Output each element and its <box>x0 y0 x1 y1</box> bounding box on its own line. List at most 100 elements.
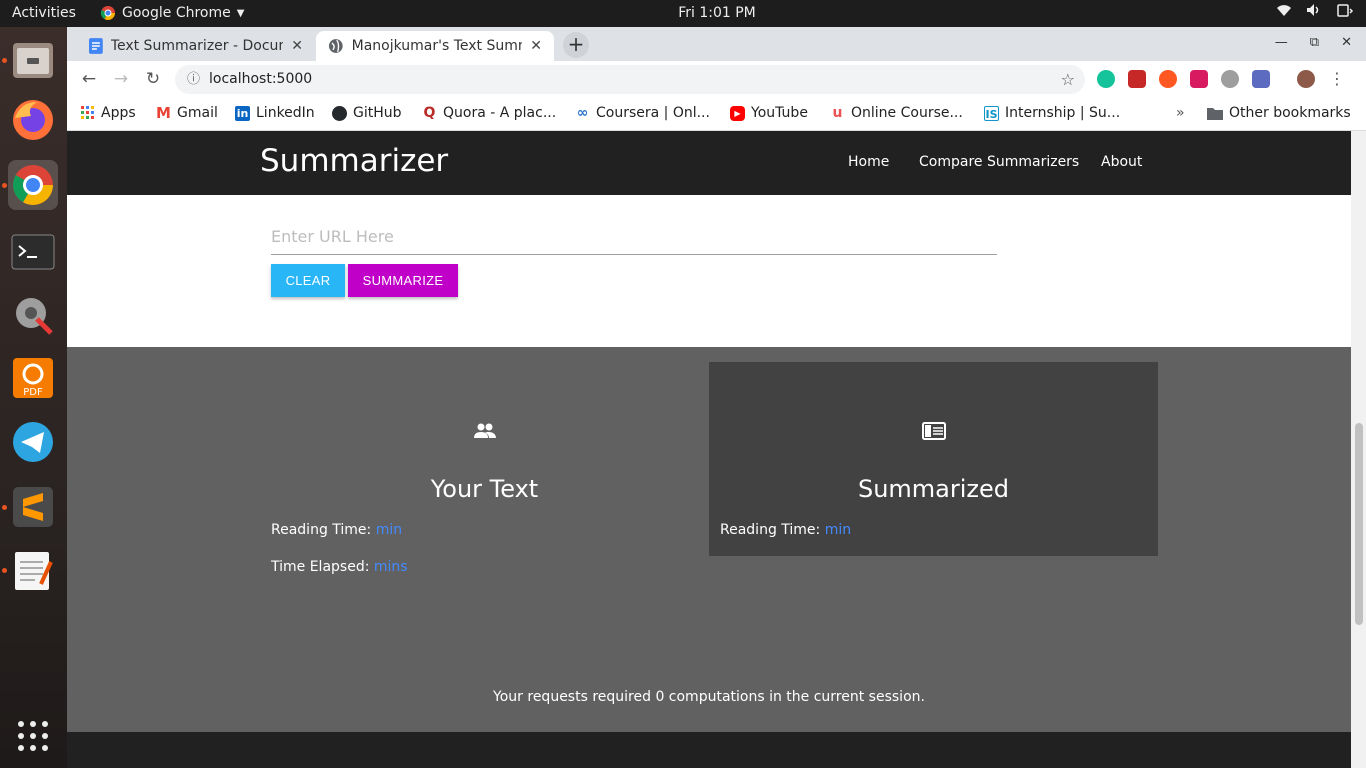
bookmark-label: Quora - A plac... <box>443 105 557 121</box>
show-applications-button[interactable] <box>8 711 58 761</box>
firefox-launcher[interactable] <box>8 95 58 145</box>
bookmark-label: Online Course... <box>851 105 963 121</box>
bookmarks-overflow[interactable]: » <box>1176 105 1185 121</box>
people-icon <box>260 422 709 444</box>
settings-launcher[interactable] <box>8 290 58 340</box>
ext-orange-icon[interactable] <box>1159 70 1177 88</box>
site-footer <box>67 732 1351 768</box>
nav-compare-summarizers[interactable]: Compare Summarizers <box>919 154 1079 170</box>
bookmark-gmail[interactable]: M Gmail <box>156 105 218 121</box>
files-launcher[interactable] <box>8 35 58 85</box>
reading-time-value: min <box>375 522 403 538</box>
clear-button[interactable]: CLEAR <box>271 264 345 297</box>
summarized-card: Summarized Reading Time: min <box>709 362 1158 556</box>
summarized-reading-time: Reading Time: min <box>720 522 851 538</box>
reload-button[interactable]: ↻ <box>141 67 165 91</box>
bookmark-internshala[interactable]: IS Internship | Su... <box>984 105 1120 121</box>
bookmark-label: YouTube <box>751 105 808 121</box>
address-text: localhost:5000 <box>209 71 313 87</box>
chrome-icon <box>13 165 53 205</box>
tab-docs[interactable]: Text Summarizer - Docum ✕ <box>77 31 315 61</box>
clock[interactable]: Fri 1:01 PM <box>0 5 1366 21</box>
url-input[interactable] <box>271 219 997 255</box>
bookmark-other[interactable]: Other bookmarks <box>1207 105 1351 121</box>
scrollbar-thumb[interactable] <box>1355 423 1363 625</box>
bookmark-label: Internship | Su... <box>1005 105 1121 121</box>
bookmark-quora[interactable]: Q Quora - A plac... <box>422 104 557 121</box>
reading-time-label: Reading Time: <box>271 522 372 538</box>
summarize-button[interactable]: SUMMARIZE <box>348 264 458 297</box>
bookmark-apps[interactable]: Apps <box>81 105 136 121</box>
arrow-right-icon: → <box>113 69 129 89</box>
tab-summarizer[interactable]: Manojkumar's Text Summ ✕ <box>316 31 554 61</box>
your-text-heading: Your Text <box>430 475 539 503</box>
text-editor-launcher[interactable] <box>8 545 58 595</box>
your-text-reading-time: Reading Time: min <box>271 522 402 538</box>
info-icon[interactable]: ⓘ <box>187 65 200 94</box>
kebab-menu-icon[interactable]: ⋮ <box>1328 70 1346 88</box>
tab-title: Manojkumar's Text Summ <box>351 38 523 54</box>
bookmark-star-icon[interactable]: ☆ <box>1061 65 1075 94</box>
video-ext-icon[interactable] <box>1190 70 1208 88</box>
plus-icon: + <box>567 32 585 56</box>
bookmark-label: LinkedIn <box>256 105 315 121</box>
system-tray[interactable] <box>1276 3 1354 21</box>
forward-button[interactable]: → <box>109 67 133 91</box>
close-tab-icon[interactable]: ✕ <box>530 38 542 54</box>
bookmark-youtube[interactable]: ▶ YouTube <box>730 105 808 121</box>
bookmark-label: GitHub <box>353 105 402 121</box>
article-icon <box>709 422 1158 444</box>
globe-icon <box>328 39 343 53</box>
bookmark-ext-icon[interactable] <box>1128 70 1146 88</box>
bookmark-github[interactable]: GitHub <box>332 105 402 121</box>
quora-icon: Q <box>423 104 436 121</box>
firefox-icon <box>13 100 53 140</box>
bookmark-linkedin[interactable]: in LinkedIn <box>235 105 315 121</box>
bookmark-label: Other bookmarks <box>1229 105 1351 121</box>
settings-icon <box>16 298 53 335</box>
close-window-icon[interactable]: ✕ <box>1341 35 1352 50</box>
bookmark-coursera[interactable]: ∞ Coursera | Onl... <box>575 105 710 121</box>
new-tab-button[interactable]: + <box>563 32 589 58</box>
summarized-heading: Summarized <box>857 475 1010 503</box>
chrome-launcher[interactable] <box>8 160 58 210</box>
session-note: Your requests required 0 computations in… <box>493 689 925 705</box>
grammarly-icon[interactable] <box>1097 70 1115 88</box>
reading-time-label: Reading Time: <box>720 522 821 538</box>
sublime-launcher[interactable] <box>8 482 58 532</box>
google-docs-icon <box>89 38 103 54</box>
files-icon <box>13 43 53 78</box>
udemy-icon: u <box>832 104 843 121</box>
tab-title: Text Summarizer - Docum <box>110 38 284 54</box>
terminal-launcher[interactable] <box>8 227 58 277</box>
page-scrollbar[interactable] <box>1351 131 1366 768</box>
cloud-ext-icon[interactable] <box>1221 70 1239 88</box>
results-section: Your Text Reading Time: min Time Elapsed… <box>67 347 1351 732</box>
bookmark-label: Coursera | Onl... <box>596 105 710 121</box>
browser-toolbar: ← → ↻ ⓘ localhost:5000 ☆ ⋮ <box>67 61 1366 97</box>
time-elapsed-label: Time Elapsed: <box>271 559 370 575</box>
web-page: Summarizer Home Compare Summarizers Abou… <box>67 131 1351 768</box>
nav-about[interactable]: About <box>1101 154 1142 170</box>
time-elapsed-value: mins <box>373 559 408 575</box>
apps-grid-icon <box>81 106 94 119</box>
telegram-launcher[interactable] <box>8 417 58 467</box>
your-text-time-elapsed: Time Elapsed: mins <box>271 559 408 575</box>
nav-home[interactable]: Home <box>848 154 889 170</box>
bookmark-udemy[interactable]: u Online Course... <box>830 105 963 121</box>
linkedin-icon: in <box>235 105 250 121</box>
address-bar[interactable]: ⓘ localhost:5000 ☆ <box>175 65 1085 94</box>
foxit-pdf-launcher[interactable]: PDF <box>8 353 58 403</box>
youtube-icon: ▶ <box>730 105 745 121</box>
internshala-icon: IS <box>984 105 999 121</box>
reload-icon: ↻ <box>145 69 161 89</box>
minimize-icon[interactable]: — <box>1275 35 1288 50</box>
camera-ext-icon[interactable] <box>1252 70 1270 88</box>
brand-logo[interactable]: Summarizer <box>260 143 448 179</box>
close-tab-icon[interactable]: ✕ <box>291 38 303 54</box>
window-controls: — ⧉ ✕ <box>1275 35 1352 50</box>
avatar[interactable] <box>1297 70 1315 88</box>
back-button[interactable]: ← <box>77 67 101 91</box>
telegram-icon <box>13 422 53 462</box>
maximize-icon[interactable]: ⧉ <box>1310 35 1319 50</box>
